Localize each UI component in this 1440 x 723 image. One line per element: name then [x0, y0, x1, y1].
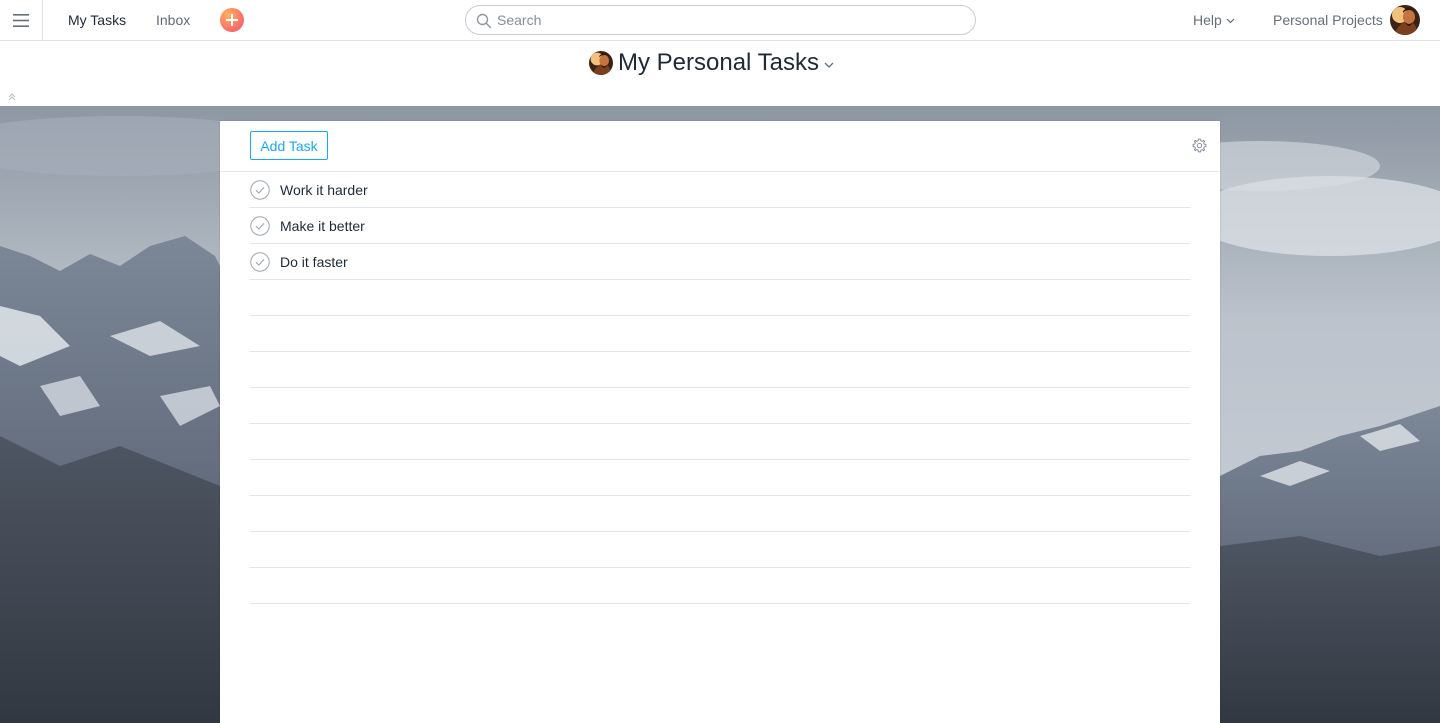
quick-add-button[interactable] [220, 8, 244, 32]
task-name[interactable]: Work it harder [280, 182, 368, 198]
organization-switcher[interactable]: Personal Projects [1273, 12, 1383, 28]
task-name[interactable]: Make it better [280, 218, 365, 234]
avatar[interactable] [1390, 5, 1420, 35]
help-label: Help [1193, 12, 1222, 28]
empty-task-row[interactable] [250, 496, 1190, 532]
page-title: My Personal Tasks [618, 49, 819, 76]
add-task-button[interactable]: Add Task [250, 131, 328, 160]
plus-icon [226, 14, 238, 26]
task-row[interactable]: Work it harder [250, 172, 1190, 208]
sidebar-toggle-button[interactable] [0, 0, 43, 40]
nav-inbox[interactable]: Inbox [156, 12, 190, 28]
user-photo [1390, 5, 1420, 35]
task-list-panel: Add Task Work it harder Make it better D… [220, 121, 1220, 723]
help-menu[interactable]: Help [1193, 12, 1235, 28]
check-circle-icon[interactable] [250, 251, 270, 272]
top-bar: My Tasks Inbox Help Personal Projects [0, 0, 1440, 41]
empty-task-row[interactable] [250, 568, 1190, 604]
nav-my-tasks[interactable]: My Tasks [68, 12, 126, 28]
empty-task-row[interactable] [250, 460, 1190, 496]
empty-task-row[interactable] [250, 316, 1190, 352]
check-circle-icon[interactable] [250, 179, 270, 200]
task-name[interactable]: Do it faster [280, 254, 348, 270]
task-row[interactable]: Do it faster [250, 244, 1190, 280]
project-title-dropdown[interactable]: My Personal Tasks [589, 49, 834, 77]
chevron-down-icon [824, 62, 834, 68]
task-row[interactable]: Make it better [250, 208, 1190, 244]
search-icon [476, 13, 492, 29]
empty-task-row[interactable] [250, 388, 1190, 424]
empty-task-row[interactable] [250, 532, 1190, 568]
hamburger-menu-icon [13, 13, 29, 27]
check-circle-icon[interactable] [250, 215, 270, 236]
empty-task-row[interactable] [250, 280, 1190, 316]
empty-task-row[interactable] [250, 424, 1190, 460]
chevron-down-icon [1226, 18, 1235, 23]
task-list: Work it harder Make it better Do it fast… [250, 172, 1190, 604]
gear-icon[interactable] [1192, 138, 1207, 153]
project-avatar [589, 51, 613, 75]
empty-task-row[interactable] [250, 352, 1190, 388]
task-toolbar: Add Task [220, 121, 1220, 172]
search-input[interactable] [495, 10, 955, 30]
project-header: My Personal Tasks [0, 41, 1440, 106]
collapse-header-icon[interactable] [8, 93, 16, 101]
search-bar[interactable] [465, 5, 976, 35]
